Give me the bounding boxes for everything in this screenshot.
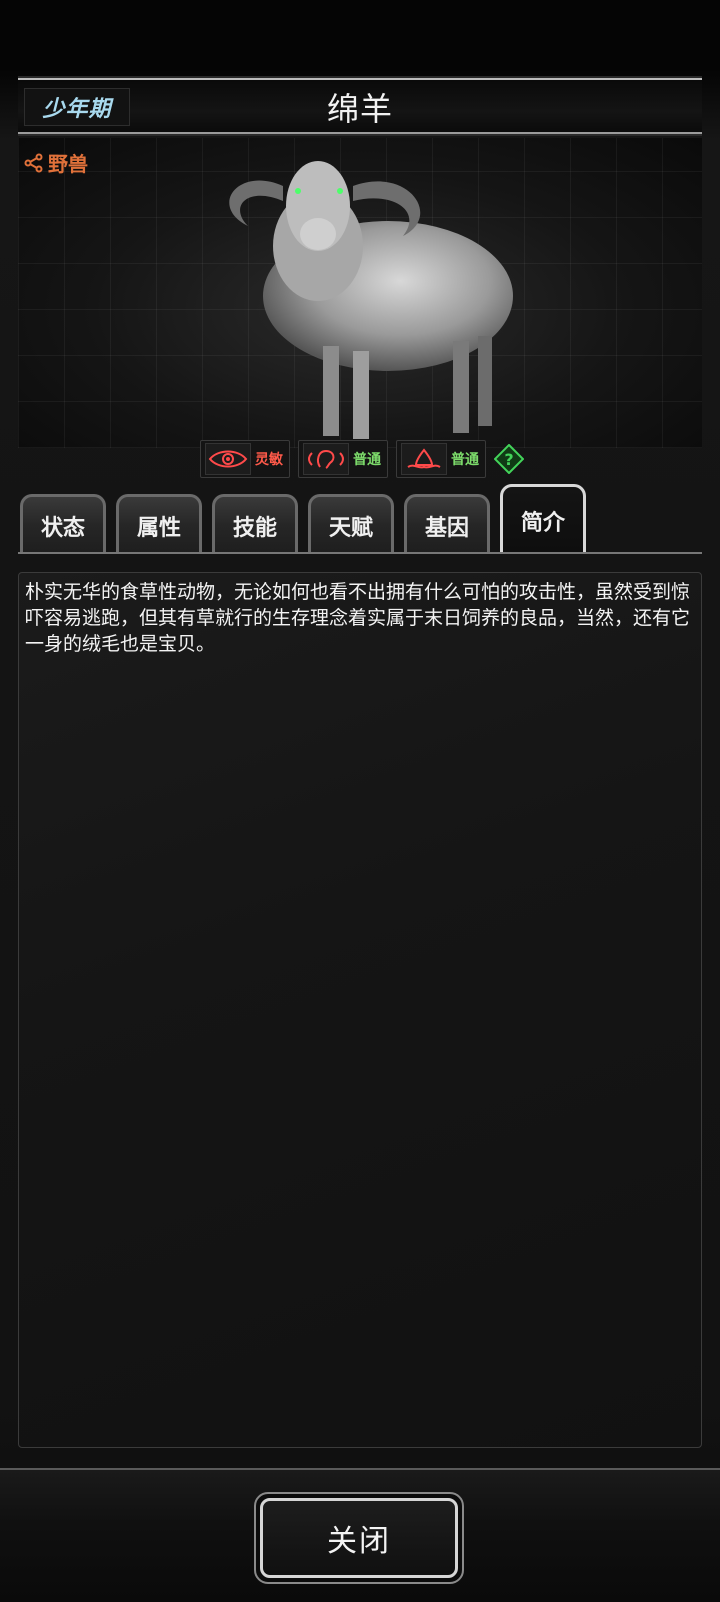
creature-type-link[interactable]: 野兽 [24,148,88,177]
trait-perception[interactable]: 灵敏 [200,440,290,478]
trait-hearing-label: 普通 [353,452,381,468]
tab-introduction[interactable]: 简介 [500,484,586,554]
creature-image-panel: 野兽 [18,138,702,448]
close-button-inner: 关闭 [260,1498,458,1578]
svg-text:?: ? [504,450,513,469]
tab-skills[interactable]: 技能 [212,494,298,554]
trait-smell[interactable]: 普通 [396,440,486,478]
tab-attributes-label: 属性 [136,515,181,541]
close-button[interactable]: 关闭 [254,1492,464,1584]
tab-genes-label: 基因 [424,515,469,541]
description-text: 朴实无华的食草性动物，无论如何也看不出拥有什么可怕的攻击性，虽然受到惊吓容易逃跑… [25,581,691,655]
trait-perception-label: 灵敏 [255,452,283,468]
description-panel[interactable]: 朴实无华的食草性动物，无论如何也看不出拥有什么可怕的攻击性，虽然受到惊吓容易逃跑… [18,572,702,1448]
help-icon[interactable]: ? [494,444,524,474]
ear-icon [303,443,349,475]
tab-introduction-label: 简介 [520,510,565,536]
share-icon [24,153,43,172]
tab-talents[interactable]: 天赋 [308,494,394,554]
tab-skills-label: 技能 [232,515,277,541]
tab-divider [18,552,702,554]
tab-talents-label: 天赋 [328,515,373,541]
creature-type-label: 野兽 [48,152,88,176]
tab-status[interactable]: 状态 [20,494,106,554]
footer-bar: 关闭 [0,1468,720,1602]
tab-attributes[interactable]: 属性 [116,494,202,554]
tab-status-label: 状态 [40,515,85,541]
tab-genes[interactable]: 基因 [404,494,490,554]
creature-name: 绵羊 [326,90,393,128]
nose-icon [401,443,447,475]
header-bar: 少年期 绵羊 [18,78,702,134]
eye-icon [205,443,251,475]
tab-bar: 状态 属性 技能 天赋 基因 简介 [18,484,702,556]
close-button-label: 关闭 [327,1524,391,1559]
sheep-image [229,161,513,439]
trait-hearing[interactable]: 普通 [298,440,388,478]
trait-row: 灵敏 普通 普通 ? [200,440,524,478]
trait-smell-label: 普通 [451,452,479,468]
